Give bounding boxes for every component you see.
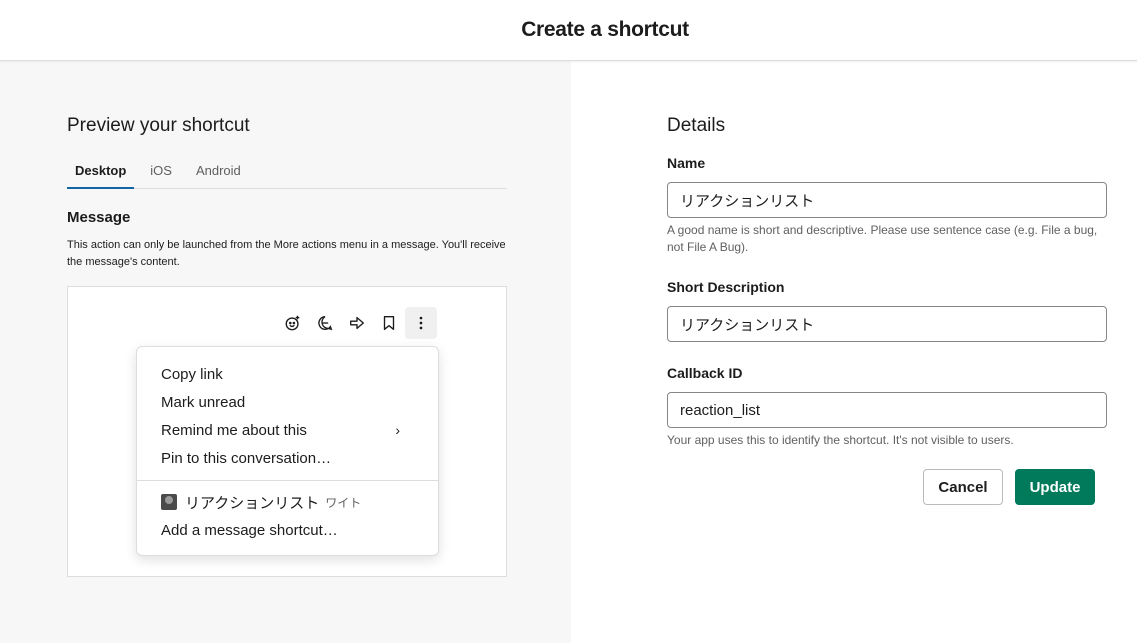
preview-panel: Preview your shortcut Desktop iOS Androi… (0, 61, 571, 643)
share-arrow-icon[interactable] (341, 307, 373, 339)
name-field[interactable] (667, 182, 1107, 218)
app-shortcut-app-name: ワイト (325, 495, 362, 510)
menu-item-copy-link[interactable]: Copy link (137, 360, 438, 388)
tab-android[interactable]: Android (188, 156, 249, 189)
menu-item-pin[interactable]: Pin to this conversation… (137, 444, 438, 472)
callback-id-label: Callback ID (667, 365, 743, 381)
bookmark-icon[interactable] (373, 307, 405, 339)
short-description-field[interactable] (667, 306, 1107, 342)
update-button[interactable]: Update (1015, 469, 1095, 505)
menu-item-remind-me[interactable]: Remind me about this › (137, 416, 438, 444)
chevron-right-icon: › (395, 422, 400, 438)
emoji-reaction-icon[interactable] (277, 307, 309, 339)
callback-id-hint: Your app uses this to identify the short… (667, 433, 1014, 447)
menu-item-add-shortcut[interactable]: Add a message shortcut… (137, 516, 438, 544)
callback-id-field[interactable] (667, 392, 1107, 428)
tab-ios[interactable]: iOS (142, 156, 180, 189)
details-panel: Details Name A good name is short and de… (571, 61, 1137, 643)
menu-item-app-shortcut[interactable]: リアクションリスト ワイト (137, 488, 438, 516)
menu-item-remind-label: Remind me about this (161, 421, 307, 439)
cancel-button[interactable]: Cancel (923, 469, 1003, 505)
preview-title: Preview your shortcut (67, 115, 250, 136)
message-heading: Message (67, 209, 131, 226)
menu-divider (137, 480, 438, 481)
tab-desktop[interactable]: Desktop (67, 156, 135, 189)
name-label: Name (667, 155, 706, 171)
more-actions-menu: Copy link Mark unread Remind me about th… (136, 346, 439, 556)
reply-thread-icon[interactable] (309, 307, 341, 339)
short-description-label: Short Description (667, 279, 785, 295)
preview-tabs: Desktop iOS Android (67, 156, 507, 189)
app-shortcut-name: リアクションリスト (185, 494, 320, 512)
menu-item-mark-unread[interactable]: Mark unread (137, 388, 438, 416)
app-avatar (161, 494, 177, 510)
details-title: Details (667, 115, 726, 136)
message-description: This action can only be launched from th… (67, 239, 506, 268)
message-preview: Copy link Mark unread Remind me about th… (67, 286, 507, 577)
message-actions-toolbar (277, 307, 437, 339)
page-title: Create a shortcut (521, 18, 689, 41)
modal-header: Create a shortcut (0, 0, 1137, 61)
more-actions-icon[interactable] (405, 307, 437, 339)
name-hint: A good name is short and descriptive. Pl… (667, 223, 1098, 254)
